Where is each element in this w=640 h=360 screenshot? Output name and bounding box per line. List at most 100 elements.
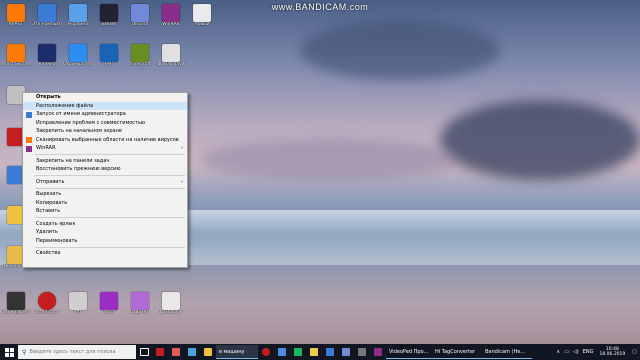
context-menu-item[interactable]: Расположение файла — [23, 101, 187, 110]
icon-label: Эта компьютер — [32, 22, 62, 27]
icon-label: поот — [103, 310, 115, 315]
desktop-icon[interactable]: FAR — [94, 44, 124, 67]
app-icon[interactable] — [339, 345, 353, 359]
context-menu-label: Открыть — [36, 94, 61, 100]
app-icon[interactable] — [323, 345, 337, 359]
context-menu: Открыть Расположение файла Запуск от имени… — [22, 92, 188, 268]
context-menu-item[interactable]: Исправление проблем с совместимостью — [23, 119, 187, 128]
folder-icon[interactable] — [201, 345, 215, 359]
context-menu-item[interactable]: Создать ярлык — [23, 220, 187, 229]
context-menu-item[interactable]: Запуск от имени администратора — [23, 110, 187, 119]
context-menu-label: Создать ярлык — [36, 220, 76, 227]
desktop-icon[interactable]: Скриншотер — [63, 44, 93, 67]
context-menu-item[interactable]: Закрепить на начальном экране — [23, 127, 187, 136]
icon-label: Новый — [194, 22, 210, 27]
desktop-icon[interactable]: ОЦЕНКИ — [125, 292, 155, 315]
menu-separator — [35, 154, 185, 155]
tray-arrow-icon[interactable]: ∧ — [557, 349, 561, 355]
desktop-icon[interactable]: Bandicam — [32, 292, 62, 315]
yandex-icon[interactable] — [307, 345, 321, 359]
desktop-icon[interactable]: Новый — [187, 4, 217, 27]
avast-icon — [26, 137, 32, 143]
context-menu-item[interactable]: Открыть — [23, 93, 187, 102]
icon-label: boxbackw — [159, 310, 183, 315]
desktop-icon[interactable]: AVAST — [1, 4, 31, 27]
clock[interactable]: 10:48 18.06.2019 — [600, 347, 626, 358]
context-menu-item[interactable]: Сканировать выбранные области на наличие… — [23, 136, 187, 145]
desktop-icon[interactable]: boxbackw — [156, 292, 186, 315]
desktop-icon[interactable]: Кликер — [32, 44, 62, 67]
icon-label: AVAST — [8, 22, 24, 27]
desktop-icon[interactable]: Без названия — [1, 292, 31, 315]
context-menu-label: Вырезать — [36, 191, 62, 197]
context-menu-label: Расположение файла — [36, 102, 94, 109]
app-icon[interactable] — [371, 345, 385, 359]
icon-label: Кликер — [38, 62, 56, 67]
context-menu-item[interactable]: Переименовать — [23, 237, 187, 246]
icon-label: WinRAR — [162, 22, 180, 27]
desktop-icon[interactable]: minecraft — [125, 44, 155, 67]
taskbar-window-bandicam[interactable]: Bandicam (Не... — [482, 345, 532, 359]
winrar-icon — [26, 145, 32, 152]
cloud — [200, 140, 460, 180]
context-menu-label: Копировать — [36, 199, 68, 206]
image-icon — [69, 292, 87, 310]
context-menu-label: Сканировать выбранные области на наличие… — [36, 136, 179, 143]
desktop-icon[interactable]: Файлы Java — [156, 44, 186, 67]
icon-label: Скриншотер — [63, 62, 93, 67]
task-view-icon[interactable] — [137, 345, 151, 359]
taskbar-pinned-item[interactable]: в машину — [216, 345, 258, 359]
app-icon[interactable] — [259, 345, 273, 359]
steam-icon — [100, 4, 118, 22]
context-menu-label: Отправить — [36, 178, 65, 185]
app-icon[interactable] — [185, 345, 199, 359]
taskbar: ⚲ в машину VideoPad Про... Hi TagConvert… — [0, 344, 640, 360]
icon-label: Без названия — [1, 310, 31, 315]
app-icon[interactable] — [153, 345, 167, 359]
context-menu-label: Запуск от имени администратора — [36, 111, 126, 117]
desktop-icon[interactable]: Эта компьютер — [32, 4, 62, 27]
desktop-icon[interactable]: ffff — [63, 292, 93, 315]
language-indicator[interactable]: ENG — [583, 349, 594, 355]
taskbar-window-videopad[interactable]: VideoPad Про... — [386, 345, 432, 359]
desktop-icon[interactable]: Корзина — [63, 4, 93, 27]
cloud — [440, 100, 640, 180]
system-tray: ∧ ▭ ◁) ENG 10:48 18.06.2019 ▢ — [555, 344, 640, 360]
app-icon[interactable] — [355, 345, 369, 359]
search-input[interactable] — [29, 349, 130, 355]
desktop-icon[interactable]: поот — [94, 292, 124, 315]
network-icon[interactable]: ▭ — [564, 349, 569, 355]
clock-date: 18.06.2019 — [599, 352, 626, 357]
context-menu-item[interactable]: Отправить › — [23, 178, 187, 187]
menu-separator — [35, 175, 185, 176]
menu-separator — [35, 246, 185, 248]
notification-icon[interactable]: ▢ — [632, 349, 637, 355]
app-icon[interactable] — [291, 345, 305, 359]
app-icon[interactable] — [169, 345, 183, 359]
shield-icon — [26, 111, 32, 118]
desktop-icon[interactable]: Discord — [125, 4, 155, 27]
store-icon[interactable] — [275, 345, 289, 359]
bandicam-icon — [38, 292, 56, 310]
context-menu-item[interactable]: Восстановить прежнюю версию — [23, 165, 187, 174]
taskbar-window-tagconverter[interactable]: Hi TagConverter — [432, 345, 482, 359]
app-icon — [131, 292, 149, 310]
icon-label: Discord — [131, 22, 149, 27]
context-menu-item[interactable]: WinRAR › — [23, 144, 187, 153]
context-menu-item[interactable]: Удалить — [23, 228, 187, 237]
context-menu-item[interactable]: Копировать — [23, 199, 187, 208]
context-menu-label: WinRAR — [36, 145, 56, 151]
context-menu-item[interactable]: Вырезать — [23, 190, 187, 199]
desktop-icon[interactable]: Steam — [94, 4, 124, 27]
context-menu-item[interactable]: Вставить — [23, 207, 187, 216]
desktop-icon[interactable]: Avast SecureLine — [1, 44, 31, 67]
start-button[interactable] — [0, 344, 18, 360]
desktop-icon[interactable]: WinRAR — [156, 4, 186, 27]
context-menu-label: Закрепить на начальном экране — [36, 128, 122, 134]
watermark: www.BANDICAM.com — [271, 2, 369, 12]
windows-logo-icon — [4, 347, 14, 357]
context-menu-item[interactable]: Закрепить на панели задач — [23, 157, 187, 166]
search-box[interactable]: ⚲ — [18, 345, 136, 359]
volume-icon[interactable]: ◁) — [573, 349, 579, 355]
context-menu-item[interactable]: Свойства — [23, 249, 187, 258]
